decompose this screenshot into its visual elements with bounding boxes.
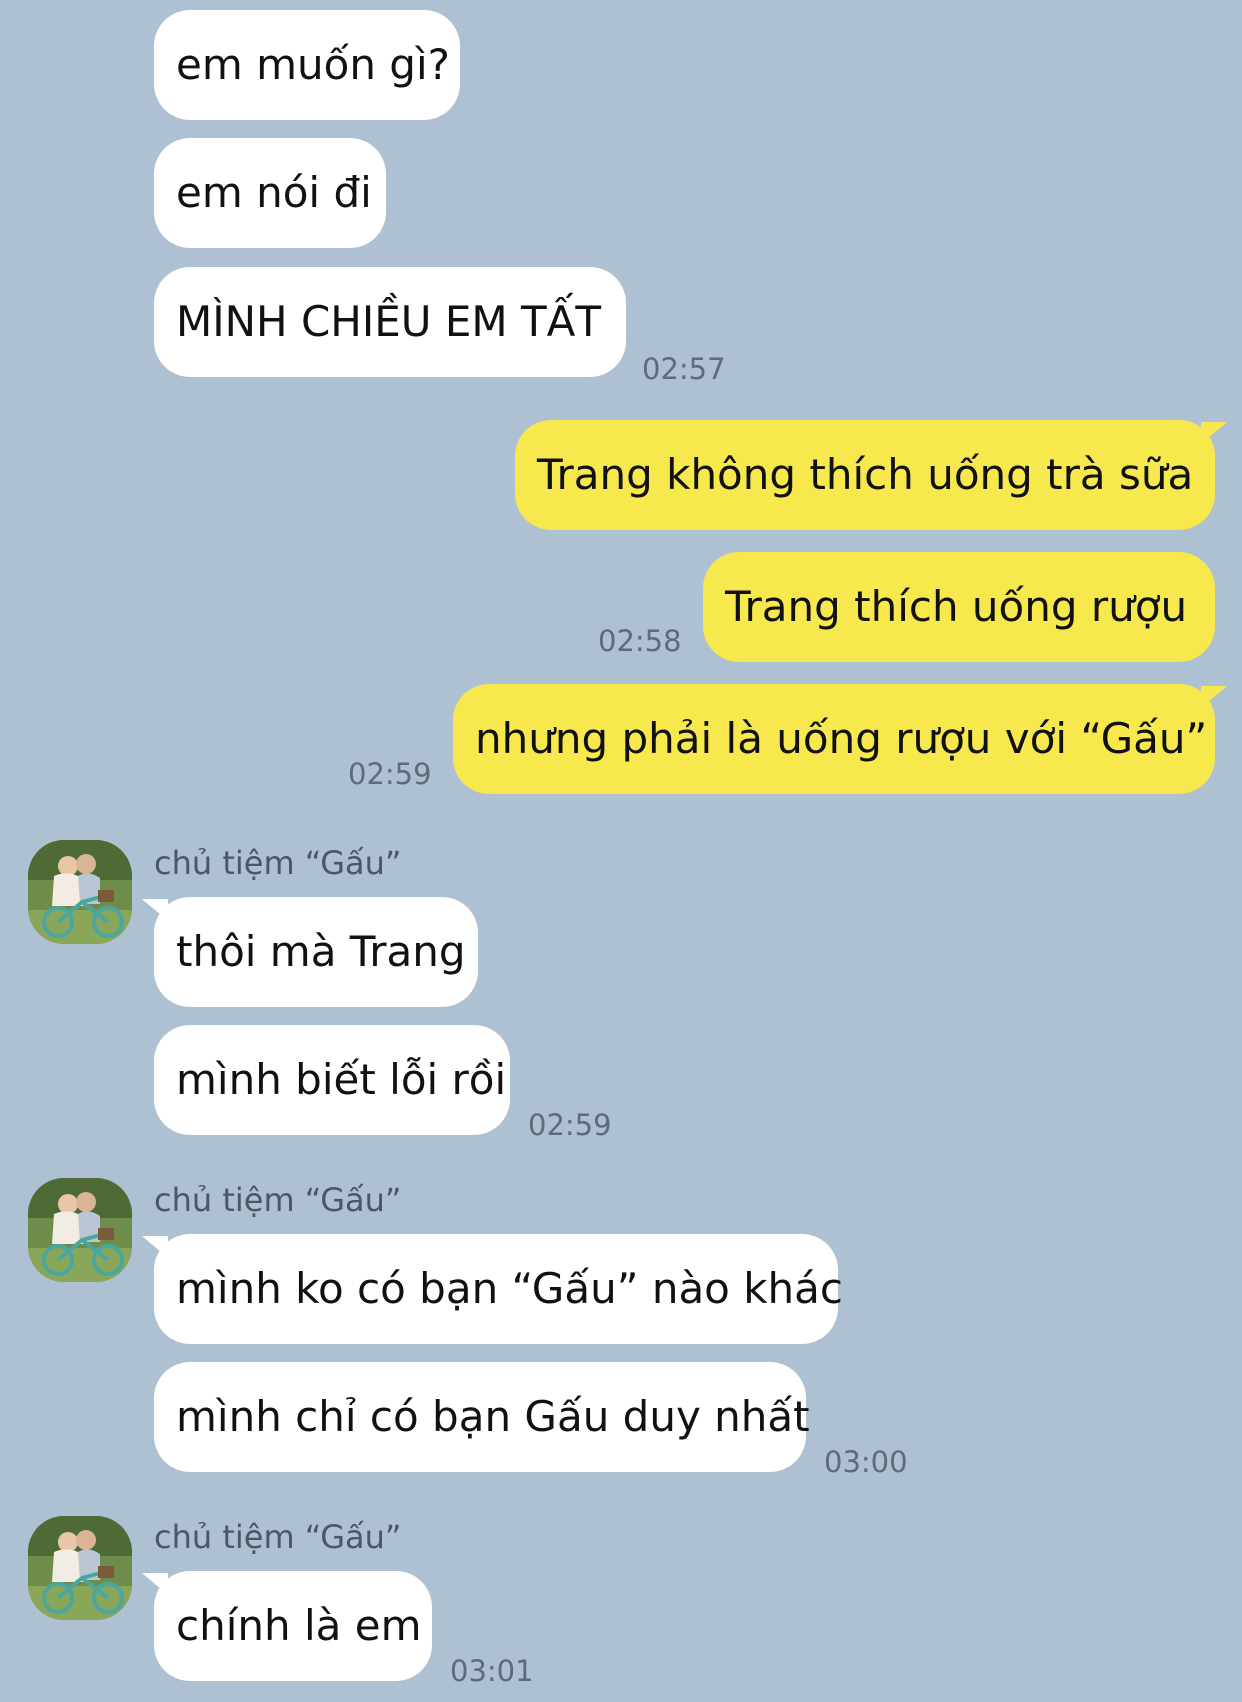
sender-name: chủ tiệm “Gấu”: [154, 1518, 402, 1556]
contact-photo-avatar: [28, 840, 132, 944]
message-bubble-outgoing[interactable]: nhưng phải là uống rượu với “Gấu”: [453, 684, 1227, 794]
message-timestamp: 03:01: [450, 1654, 534, 1688]
message-timestamp: 02:58: [598, 624, 682, 658]
message-bubble-incoming[interactable]: chính là em: [142, 1571, 432, 1681]
message-timestamp: 02:59: [528, 1108, 612, 1142]
avatar[interactable]: [28, 1178, 132, 1282]
message-bubble-incoming[interactable]: mình biết lỗi rồi: [154, 1025, 510, 1135]
message-timestamp: 02:57: [642, 352, 726, 386]
message-bubble-incoming[interactable]: mình ko có bạn “Gấu” nào khác: [142, 1234, 843, 1344]
avatar[interactable]: [28, 840, 132, 944]
message-bubble-incoming[interactable]: em muốn gì?: [154, 10, 460, 120]
message-bubble-outgoing[interactable]: Trang không thích uống trà sữa: [515, 420, 1227, 530]
message-timestamp: 02:59: [348, 757, 432, 791]
message-bubble-incoming[interactable]: mình chỉ có bạn Gấu duy nhất: [154, 1362, 810, 1472]
message-bubble-outgoing[interactable]: Trang thích uống rượu: [703, 552, 1215, 662]
message-bubble-incoming[interactable]: em nói đi: [154, 138, 386, 248]
contact-photo-avatar: [28, 1178, 132, 1282]
contact-photo-avatar: [28, 1516, 132, 1620]
message-timestamp: 03:00: [824, 1445, 908, 1479]
avatar[interactable]: [28, 1516, 132, 1620]
message-bubble-incoming[interactable]: MÌNH CHIỀU EM TẤT: [154, 267, 626, 377]
sender-name: chủ tiệm “Gấu”: [154, 1181, 402, 1219]
sender-name: chủ tiệm “Gấu”: [154, 844, 402, 882]
message-bubble-incoming[interactable]: thôi mà Trang: [142, 897, 478, 1007]
chat-thread: em muốn gì? em nói đi MÌNH CHIỀU EM TẤT …: [0, 0, 1242, 1702]
